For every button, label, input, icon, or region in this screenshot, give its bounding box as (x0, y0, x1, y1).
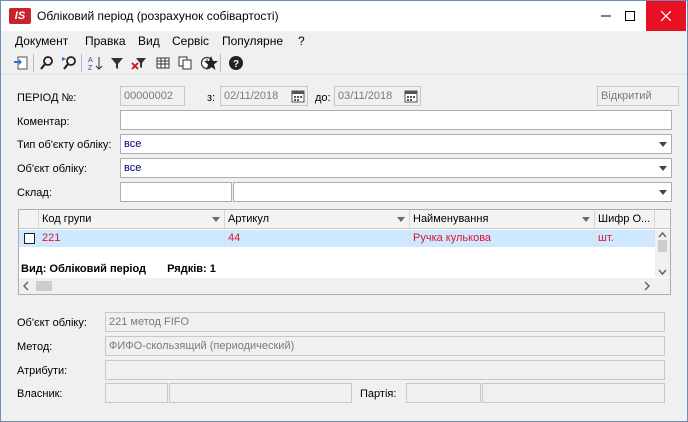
cell-group-code: 221 (39, 230, 225, 247)
comment-field[interactable] (120, 110, 672, 130)
maximize-icon (625, 11, 635, 21)
minimize-icon (601, 15, 611, 17)
menu-popular[interactable]: Популярне (222, 34, 283, 48)
menu-view[interactable]: Вид (138, 34, 160, 48)
menu-bar: Документ Правка Вид Сервіс Популярне ? (1, 32, 687, 50)
table-icon[interactable] (153, 53, 173, 73)
period-number-field[interactable]: 00000002 (120, 86, 185, 106)
table-row[interactable]: 221 44 Ручка кулькова шт. (19, 230, 655, 247)
svg-text:?: ? (233, 59, 239, 70)
sort-down-icon (212, 217, 220, 222)
cell-name: Ручка кулькова (410, 230, 595, 247)
object-type-label: Тип об'єкту обліку: (17, 139, 112, 151)
warehouse-label: Склад: (17, 187, 52, 199)
close-icon (661, 11, 671, 21)
detail-attributes-label: Атрибути: (17, 365, 68, 377)
clear-filter-icon[interactable] (129, 53, 149, 73)
search-next-icon[interactable] (59, 53, 79, 73)
grid-view-name: Вид: Обліковий період (21, 263, 147, 275)
detail-object-label: Об'єкт обліку: (17, 317, 87, 329)
sort-down-icon (582, 217, 590, 222)
copy-icon[interactable] (175, 53, 195, 73)
menu-service[interactable]: Сервіс (172, 34, 209, 48)
comment-label: Коментар: (17, 116, 70, 128)
svg-text:A: A (88, 57, 93, 64)
window-title: Обліковий період (розрахунок собівартост… (37, 9, 279, 23)
object-value: все (124, 162, 142, 174)
from-date-value: 02/11/2018 (224, 90, 279, 102)
document-arrow-icon[interactable] (11, 53, 31, 73)
detail-attributes-field (105, 360, 665, 380)
detail-object-field: 221 метод FIFO (105, 312, 665, 332)
column-header-article[interactable]: Артикул (225, 210, 410, 229)
detail-batch-label: Партія: (360, 388, 397, 400)
detail-owner-label: Власник: (17, 388, 63, 400)
menu-help[interactable]: ? (298, 34, 305, 48)
chevron-down-icon[interactable] (659, 166, 667, 171)
to-date-value: 03/11/2018 (338, 90, 393, 102)
cell-unit: шт. (595, 230, 655, 247)
grid-status-bar: Вид: Обліковий період Рядків: 1 (21, 263, 216, 275)
detail-owner-name-field (169, 383, 352, 403)
table-header-corner (655, 210, 670, 229)
maximize-button[interactable] (615, 1, 645, 31)
to-date-label: до: (315, 92, 331, 104)
sort-down-icon (397, 217, 405, 222)
help-icon[interactable]: ? (226, 53, 246, 73)
scroll-arrows-icon (23, 281, 650, 291)
calendar-icon[interactable] (404, 89, 418, 103)
column-header-group-code[interactable]: Код групи (39, 210, 225, 229)
column-header-label: Найменування (413, 213, 489, 225)
svg-text:Z: Z (88, 65, 93, 71)
object-label: Об'єкт обліку: (17, 163, 87, 175)
title-bar: IS Обліковий період (розрахунок собіварт… (1, 1, 687, 31)
detail-batch-code-field (406, 383, 481, 403)
toolbar: AZ ? (1, 51, 687, 75)
from-date-field[interactable]: 02/11/2018 (220, 86, 308, 106)
cell-article: 44 (225, 230, 410, 247)
menu-edit[interactable]: Правка (85, 34, 126, 48)
app-logo-icon: IS (9, 8, 31, 24)
object-type-value: все (124, 138, 142, 150)
warehouse-name-dropdown[interactable] (233, 182, 672, 202)
chevron-down-icon[interactable] (659, 190, 667, 195)
grid-row-count: Рядків: 1 (167, 263, 216, 275)
filter-icon[interactable] (107, 53, 127, 73)
column-header-label: Артикул (228, 213, 270, 225)
search-icon[interactable] (37, 53, 57, 73)
detail-method-label: Метод: (17, 341, 53, 353)
period-status-field: Відкритий (597, 86, 679, 106)
detail-method-field: ФИФО-скользящий (периодический) (105, 336, 665, 356)
column-header-name[interactable]: Найменування (410, 210, 595, 229)
toolbar-separator (33, 54, 34, 72)
column-header-unit[interactable]: Шифр О... (595, 210, 655, 229)
column-header-label: Код групи (42, 213, 92, 225)
period-label: ПЕРІОД №: (17, 92, 77, 104)
object-type-dropdown[interactable]: все (120, 134, 672, 154)
calendar-icon[interactable] (291, 89, 305, 103)
main-window: IS Обліковий період (розрахунок собіварт… (0, 0, 688, 422)
detail-owner-code-field (105, 383, 168, 403)
warehouse-code-field[interactable] (120, 182, 232, 202)
vertical-scrollbar[interactable] (655, 230, 670, 277)
sort-az-icon[interactable]: AZ (85, 53, 105, 73)
toolbar-separator (81, 54, 82, 72)
to-date-field[interactable]: 03/11/2018 (334, 86, 421, 106)
table-header-checkbox-column[interactable] (19, 210, 39, 229)
items-table: Код групи Артикул Найменування Шифр О...… (18, 209, 671, 295)
detail-batch-name-field (482, 383, 665, 403)
object-dropdown[interactable]: все (120, 158, 672, 178)
menu-document[interactable]: Документ (15, 34, 68, 48)
star-icon[interactable] (201, 53, 221, 73)
close-button[interactable] (646, 1, 686, 31)
horizontal-scrollbar[interactable] (19, 278, 670, 294)
row-checkbox[interactable] (24, 233, 35, 244)
scroll-arrows-icon (658, 231, 667, 276)
chevron-down-icon[interactable] (659, 142, 667, 147)
from-date-label: з: (207, 92, 216, 104)
